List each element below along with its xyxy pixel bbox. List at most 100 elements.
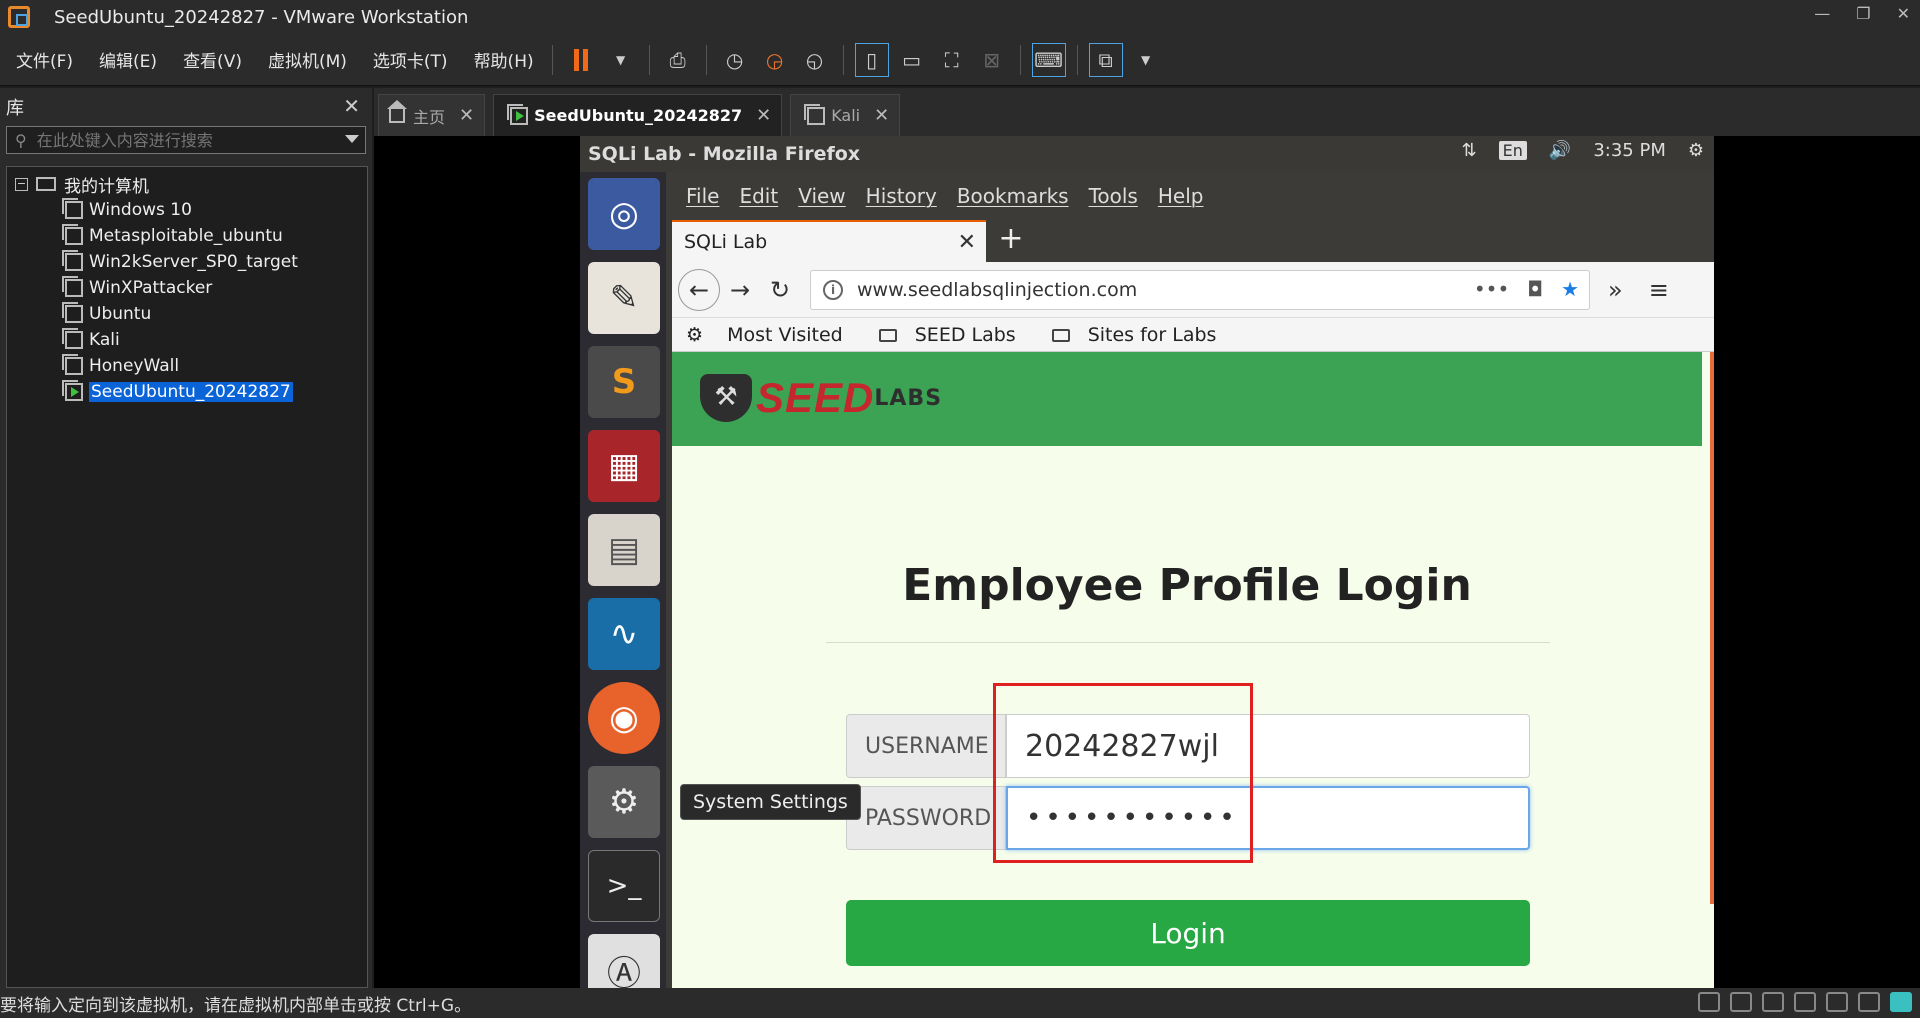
tree-item-win2kserver[interactable]: Win2kServer_SP0_target (7, 249, 367, 275)
close-tab-icon[interactable]: ✕ (756, 105, 771, 126)
tree-item-winxpattacker[interactable]: WinXPattacker (7, 275, 367, 301)
tree-item-seedubuntu[interactable]: SeedUbuntu_20242827 (7, 379, 367, 405)
message-log-icon[interactable] (1890, 992, 1912, 1012)
ff-menu-edit[interactable]: Edit (739, 184, 778, 208)
stretch-guest-icon[interactable]: ⧉ (1088, 42, 1123, 77)
tree-item-windows-10[interactable]: Windows 10 (7, 197, 367, 223)
bookmark-seed-labs[interactable]: SEED Labs (878, 324, 1034, 346)
site-info-icon[interactable]: i (823, 279, 843, 300)
revert-snapshot-icon[interactable]: ◶ (758, 43, 792, 77)
show-library-icon[interactable]: ▯ (854, 42, 889, 77)
seed-header-bar: ⚒ SEED LABS (672, 352, 1702, 446)
new-tab-icon[interactable]: + (986, 220, 1036, 262)
sound-card-icon[interactable] (1826, 992, 1848, 1012)
minimize-icon[interactable]: — (1814, 4, 1830, 23)
hard-disk-icon[interactable] (1698, 992, 1720, 1012)
sublime-text-icon[interactable]: S (588, 346, 660, 418)
full-screen-icon[interactable]: ⛶ (935, 43, 969, 77)
reload-icon[interactable]: ↻ (760, 276, 800, 304)
vmware-title-bar: SeedUbuntu_20242827 - VMware Workstation… (0, 0, 1920, 34)
console-view-icon[interactable]: ⌨ (1031, 42, 1066, 77)
menu-view[interactable]: 查看(V) (173, 47, 252, 72)
menu-file[interactable]: 文件(F) (6, 47, 83, 72)
close-tab-icon[interactable]: ✕ (874, 105, 889, 126)
unity-icon[interactable]: ⊠ (975, 43, 1009, 77)
tree-item-ubuntu[interactable]: Ubuntu (7, 301, 367, 327)
tree-root-my-computer[interactable]: − 我的计算机 (7, 171, 367, 197)
network-adapter-icon[interactable] (1762, 992, 1784, 1012)
tree-item-kali[interactable]: Kali (7, 327, 367, 353)
ff-menu-history[interactable]: History (866, 184, 937, 208)
ubuntu-dash-icon[interactable]: ◎ (588, 178, 660, 250)
overflow-chevron-icon[interactable]: » (1608, 276, 1623, 304)
thumbnail-bar-icon[interactable]: ▭ (895, 43, 929, 77)
url-text: www.seedlabsqlinjection.com (857, 278, 1138, 301)
terminal-icon[interactable]: >_ (588, 850, 660, 922)
menu-edit[interactable]: 编辑(E) (89, 47, 167, 72)
close-window-icon[interactable]: ✕ (1897, 4, 1910, 23)
network-icon[interactable]: ⇅ (1462, 140, 1477, 161)
library-tree: − 我的计算机 Windows 10 Metasploitable_ubuntu… (6, 166, 368, 988)
send-ctrl-alt-del-icon[interactable]: ⎙ (661, 43, 695, 77)
pocket-icon[interactable]: ◘ (1527, 277, 1543, 301)
library-close-icon[interactable]: ✕ (343, 94, 360, 118)
menu-tabs[interactable]: 选项卡(T) (363, 47, 458, 72)
settings-gear-icon[interactable]: ⚙ (1688, 140, 1704, 161)
ubuntu-top-panel: SQLi Lab - Mozilla Firefox ⇅ En 🔊 3:35 P… (580, 136, 1714, 172)
seed-labs-logo[interactable]: ⚒ SEED LABS (700, 374, 942, 422)
keyboard-layout-indicator[interactable]: En (1498, 141, 1527, 160)
library-search[interactable]: ⚲ (6, 126, 366, 154)
printer-icon[interactable] (1794, 992, 1816, 1012)
terminator-icon[interactable]: ▦ (588, 430, 660, 502)
pause-button[interactable] (564, 43, 598, 77)
volume-icon[interactable]: 🔊 (1549, 140, 1571, 161)
tab-home[interactable]: 主页 ✕ (378, 94, 486, 136)
system-settings-icon[interactable]: ⚙ (588, 766, 660, 838)
collapse-icon[interactable]: − (15, 177, 28, 191)
firefox-tab-sqli-lab[interactable]: SQLi Lab ✕ (672, 220, 986, 262)
page-scrollbar[interactable] (1710, 352, 1714, 904)
firefox-icon[interactable]: ◉ (588, 682, 660, 754)
tree-item-honeywall[interactable]: HoneyWall (7, 353, 367, 379)
hamburger-menu-icon[interactable]: ≡ (1649, 276, 1669, 304)
page-actions-icon[interactable]: ••• (1474, 277, 1509, 301)
clock[interactable]: 3:35 PM (1593, 140, 1666, 161)
menu-vm[interactable]: 虚拟机(M) (258, 47, 357, 72)
text-editor-icon[interactable]: ✎ (588, 262, 660, 334)
ff-menu-bookmarks[interactable]: Bookmarks (957, 184, 1069, 208)
close-tab-icon[interactable]: ✕ (459, 105, 474, 126)
pause-dropdown-icon[interactable]: ▼ (604, 43, 638, 77)
ff-menu-view[interactable]: View (798, 184, 845, 208)
ff-menu-file[interactable]: File (686, 184, 719, 208)
tree-item-metasploitable[interactable]: Metasploitable_ubuntu (7, 223, 367, 249)
running-vm-icon (507, 103, 529, 125)
bookmark-most-visited[interactable]: ⚙ Most Visited (686, 324, 861, 346)
bookmark-sites-for-labs[interactable]: Sites for Labs (1051, 324, 1235, 346)
bookmark-star-icon[interactable]: ★ (1561, 277, 1579, 301)
tab-kali[interactable]: Kali ✕ (790, 94, 901, 136)
snapshot-manager-icon[interactable]: ◵ (798, 43, 832, 77)
status-text: 要将输入定向到该虚拟机，请在虚拟机内部单击或按 Ctrl+G。 (0, 995, 472, 1016)
ff-menu-help[interactable]: Help (1158, 184, 1204, 208)
display-icon[interactable] (1858, 992, 1880, 1012)
search-dropdown-icon[interactable] (345, 135, 359, 143)
url-bar[interactable]: i www.seedlabsqlinjection.com ••• ◘ ★ (810, 269, 1590, 310)
file-manager-icon[interactable]: ▤ (588, 514, 660, 586)
launcher-tooltip: System Settings (680, 784, 861, 820)
cd-rom-icon[interactable] (1730, 992, 1752, 1012)
stretch-dropdown-icon[interactable]: ▼ (1129, 43, 1163, 77)
restore-icon[interactable]: ❐ (1856, 4, 1870, 23)
menu-help[interactable]: 帮助(H) (464, 47, 544, 72)
software-updater-icon[interactable]: Ⓐ (588, 934, 660, 988)
login-button[interactable]: Login (846, 900, 1530, 966)
close-tab-icon[interactable]: ✕ (958, 230, 976, 255)
wireshark-icon[interactable]: ∿ (588, 598, 660, 670)
library-search-input[interactable] (34, 129, 335, 151)
snapshot-icon[interactable]: ◷ (718, 43, 752, 77)
back-arrow-icon[interactable]: ← (678, 268, 720, 311)
vm-icon (62, 250, 83, 271)
tab-seedubuntu[interactable]: SeedUbuntu_20242827 ✕ (493, 94, 783, 136)
firefox-window: File Edit View History Bookmarks Tools H… (672, 172, 1714, 988)
ff-menu-tools[interactable]: Tools (1089, 184, 1138, 208)
forward-arrow-icon[interactable]: → (720, 276, 760, 304)
